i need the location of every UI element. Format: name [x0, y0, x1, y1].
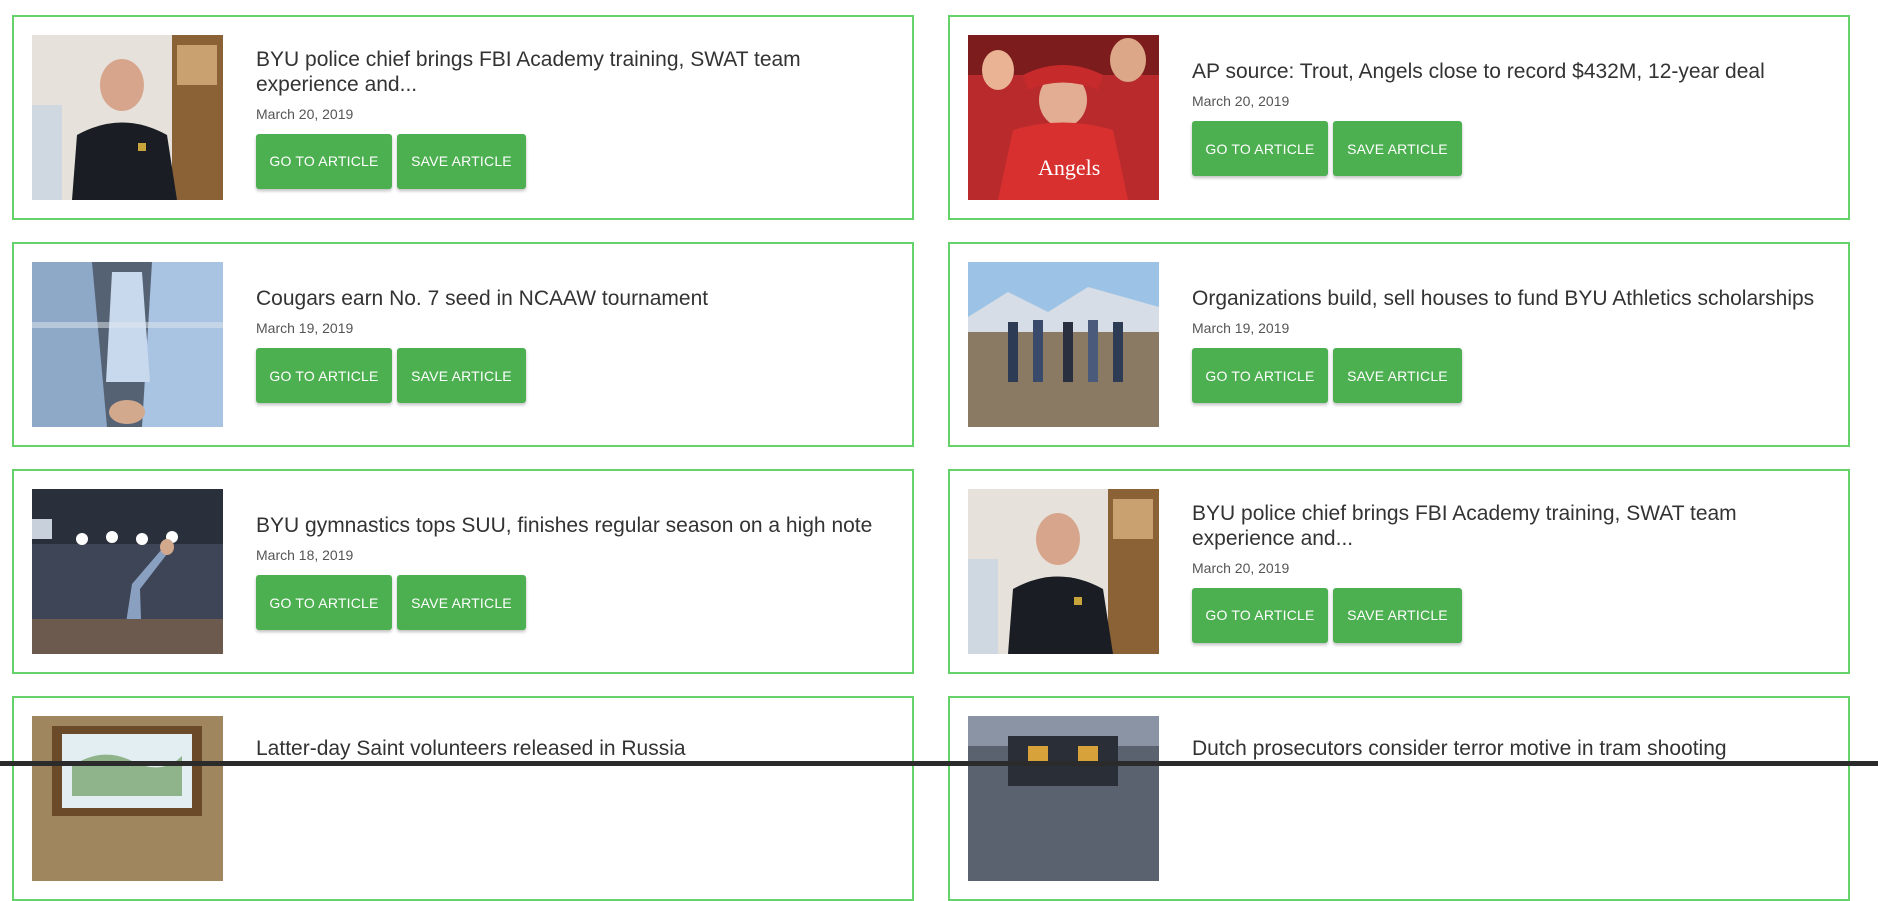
- svg-text:Angels: Angels: [1038, 155, 1100, 180]
- go-to-article-button[interactable]: GO TO ARTICLE: [1192, 121, 1328, 176]
- article-thumbnail-volunteers[interactable]: [32, 716, 223, 881]
- article-card: Latter-day Saint volunteers released in …: [12, 696, 914, 901]
- article-title[interactable]: Organizations build, sell houses to fund…: [1192, 286, 1828, 311]
- article-card: Cougars earn No. 7 seed in NCAAW tournam…: [12, 242, 914, 447]
- article-thumbnail-groundbreaking[interactable]: [968, 262, 1159, 427]
- article-card: BYU police chief brings FBI Academy trai…: [948, 469, 1850, 674]
- article-date: March 20, 2019: [1192, 93, 1290, 109]
- article-thumbnail-cougars[interactable]: [32, 262, 223, 427]
- article-thumbnail-police-chief[interactable]: [32, 35, 223, 200]
- article-thumbnail-baseball[interactable]: Angels: [968, 35, 1159, 200]
- article-card: BYU police chief brings FBI Academy trai…: [12, 15, 914, 220]
- article-title[interactable]: Dutch prosecutors consider terror motive…: [1192, 736, 1828, 761]
- article-title[interactable]: Latter-day Saint volunteers released in …: [256, 736, 892, 761]
- article-thumbnail-police-chief[interactable]: [968, 489, 1159, 654]
- article-thumbnail-tram[interactable]: [968, 716, 1159, 881]
- article-actions: GO TO ARTICLE SAVE ARTICLE: [1192, 121, 1828, 176]
- article-card: BYU gymnastics tops SUU, finishes regula…: [12, 469, 914, 674]
- go-to-article-button[interactable]: GO TO ARTICLE: [256, 348, 392, 403]
- article-info: AP source: Trout, Angels close to record…: [1192, 17, 1828, 218]
- article-card: Dutch prosecutors consider terror motive…: [948, 696, 1850, 901]
- bottom-scroll-edge: [0, 761, 1878, 766]
- save-article-button[interactable]: SAVE ARTICLE: [1333, 587, 1462, 643]
- go-to-article-button[interactable]: GO TO ARTICLE: [256, 133, 392, 189]
- article-info: BYU police chief brings FBI Academy trai…: [1192, 471, 1828, 672]
- article-date: March 20, 2019: [256, 105, 354, 122]
- article-title[interactable]: BYU gymnastics tops SUU, finishes regula…: [256, 513, 892, 538]
- article-info: BYU gymnastics tops SUU, finishes regula…: [256, 471, 892, 672]
- article-title[interactable]: Cougars earn No. 7 seed in NCAAW tournam…: [256, 286, 892, 311]
- article-actions: GO TO ARTICLE SAVE ARTICLE: [256, 133, 892, 189]
- save-article-button[interactable]: SAVE ARTICLE: [397, 133, 526, 189]
- article-info: Latter-day Saint volunteers released in …: [256, 698, 892, 899]
- go-to-article-button[interactable]: GO TO ARTICLE: [1192, 587, 1328, 643]
- article-grid: BYU police chief brings FBI Academy trai…: [12, 15, 1850, 901]
- article-info: Dutch prosecutors consider terror motive…: [1192, 698, 1828, 899]
- article-card: Organizations build, sell houses to fund…: [948, 242, 1850, 447]
- article-date: March 18, 2019: [256, 547, 354, 563]
- article-actions: GO TO ARTICLE SAVE ARTICLE: [1192, 348, 1828, 403]
- save-article-button[interactable]: SAVE ARTICLE: [397, 348, 526, 403]
- article-card: Angels AP source: Trout, Angels close to…: [948, 15, 1850, 220]
- go-to-article-button[interactable]: GO TO ARTICLE: [1192, 348, 1328, 403]
- article-date: March 19, 2019: [1192, 320, 1290, 336]
- save-article-button[interactable]: SAVE ARTICLE: [397, 575, 526, 630]
- article-info: BYU police chief brings FBI Academy trai…: [256, 17, 892, 218]
- article-thumbnail-gymnastics[interactable]: [32, 489, 223, 654]
- article-actions: GO TO ARTICLE SAVE ARTICLE: [256, 575, 892, 630]
- article-title[interactable]: BYU police chief brings FBI Academy trai…: [256, 47, 892, 97]
- article-title[interactable]: AP source: Trout, Angels close to record…: [1192, 59, 1828, 84]
- article-title[interactable]: BYU police chief brings FBI Academy trai…: [1192, 501, 1828, 551]
- article-actions: GO TO ARTICLE SAVE ARTICLE: [256, 348, 892, 403]
- article-date: March 20, 2019: [1192, 559, 1290, 576]
- article-info: Organizations build, sell houses to fund…: [1192, 244, 1828, 445]
- article-date: March 19, 2019: [256, 320, 354, 336]
- save-article-button[interactable]: SAVE ARTICLE: [1333, 348, 1462, 403]
- article-actions: GO TO ARTICLE SAVE ARTICLE: [1192, 587, 1828, 643]
- go-to-article-button[interactable]: GO TO ARTICLE: [256, 575, 392, 630]
- save-article-button[interactable]: SAVE ARTICLE: [1333, 121, 1462, 176]
- article-info: Cougars earn No. 7 seed in NCAAW tournam…: [256, 244, 892, 445]
